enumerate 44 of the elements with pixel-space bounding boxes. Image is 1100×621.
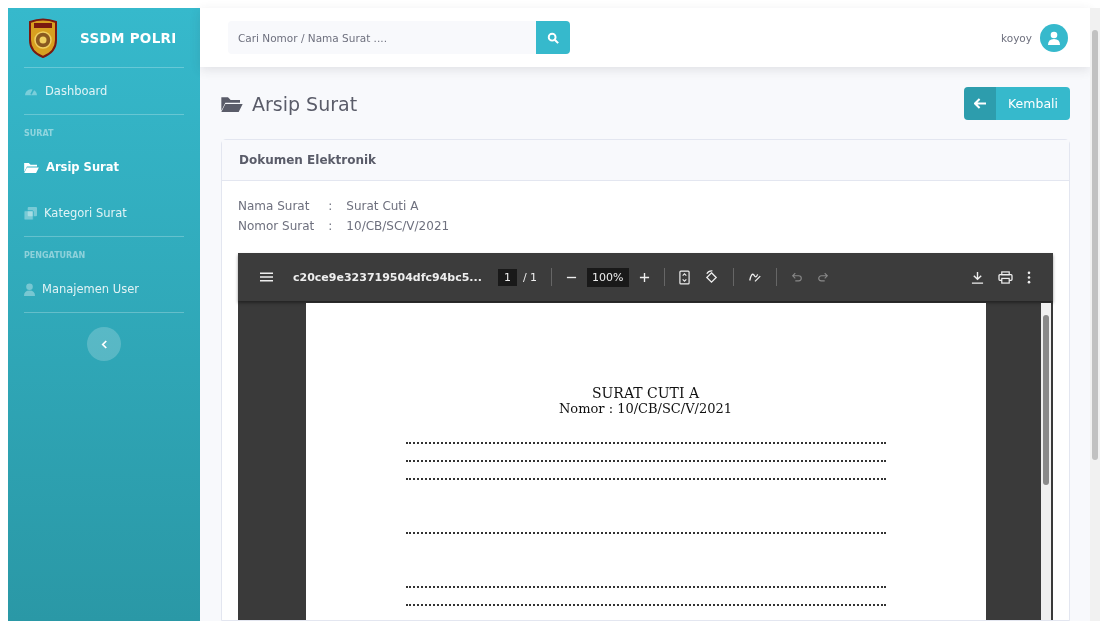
download-icon[interactable] (971, 270, 984, 284)
folder-icon (221, 95, 243, 112)
search-icon (547, 31, 559, 44)
field-label: Nama Surat (238, 199, 311, 213)
undo-icon[interactable] (790, 271, 803, 283)
field-label: Nomor Surat (238, 219, 315, 233)
sidebar-item[interactable]: Kategori Surat (24, 190, 184, 236)
sidebar-item[interactable]: Dashboard (24, 68, 184, 114)
field-separator: : (328, 219, 333, 233)
redo-icon[interactable] (816, 271, 829, 283)
zoom-field[interactable]: 100% (587, 267, 629, 287)
sidebar-heading: SURAT (24, 128, 55, 140)
file-name: c20ce9e323719504dfc94bc5... (293, 270, 482, 284)
menu-icon[interactable] (260, 272, 273, 282)
arrow-left-icon (973, 98, 987, 109)
zoom-in-icon[interactable] (638, 271, 650, 283)
sidebar-toggle-button[interactable] (87, 327, 121, 361)
copy-icon (24, 206, 37, 220)
document-number: Nomor : 10/CB/SC/V/2021 (557, 401, 734, 416)
field-value: 10/CB/SC/V/2021 (346, 219, 451, 233)
scrollbar[interactable] (1041, 303, 1051, 620)
document-title: SURAT CUTI A (591, 385, 701, 401)
print-icon[interactable] (998, 270, 1013, 284)
page-title: Arsip Surat (252, 92, 358, 115)
back-button[interactable]: Kembali (964, 87, 1070, 120)
folder-icon (24, 161, 39, 173)
field-value: Surat Cuti A (346, 199, 420, 213)
page-count: / 1 (522, 270, 538, 284)
page-number-field[interactable]: 1 (497, 268, 517, 286)
page-scrollbar[interactable] (1090, 8, 1100, 621)
search-field[interactable]: Cari Nomor / Nama Surat .... (228, 21, 536, 54)
fit-page-icon[interactable] (678, 269, 690, 285)
brand-name: SSDM POLRI (80, 29, 177, 46)
user-name: koyoy (1001, 31, 1032, 44)
user-icon (24, 282, 35, 296)
card-title: Dokumen Elektronik (239, 153, 377, 167)
sidebar-heading: PENGATURAN (24, 250, 87, 262)
sidebar-item[interactable]: Arsip Surat (24, 144, 184, 190)
rotate-icon[interactable] (703, 269, 719, 285)
sidebar-item[interactable]: Manajemen User (24, 266, 184, 312)
shield-logo-icon (28, 17, 58, 58)
field-separator: : (328, 199, 333, 213)
chevron-left-icon (100, 339, 108, 349)
more-icon[interactable] (1027, 270, 1031, 284)
